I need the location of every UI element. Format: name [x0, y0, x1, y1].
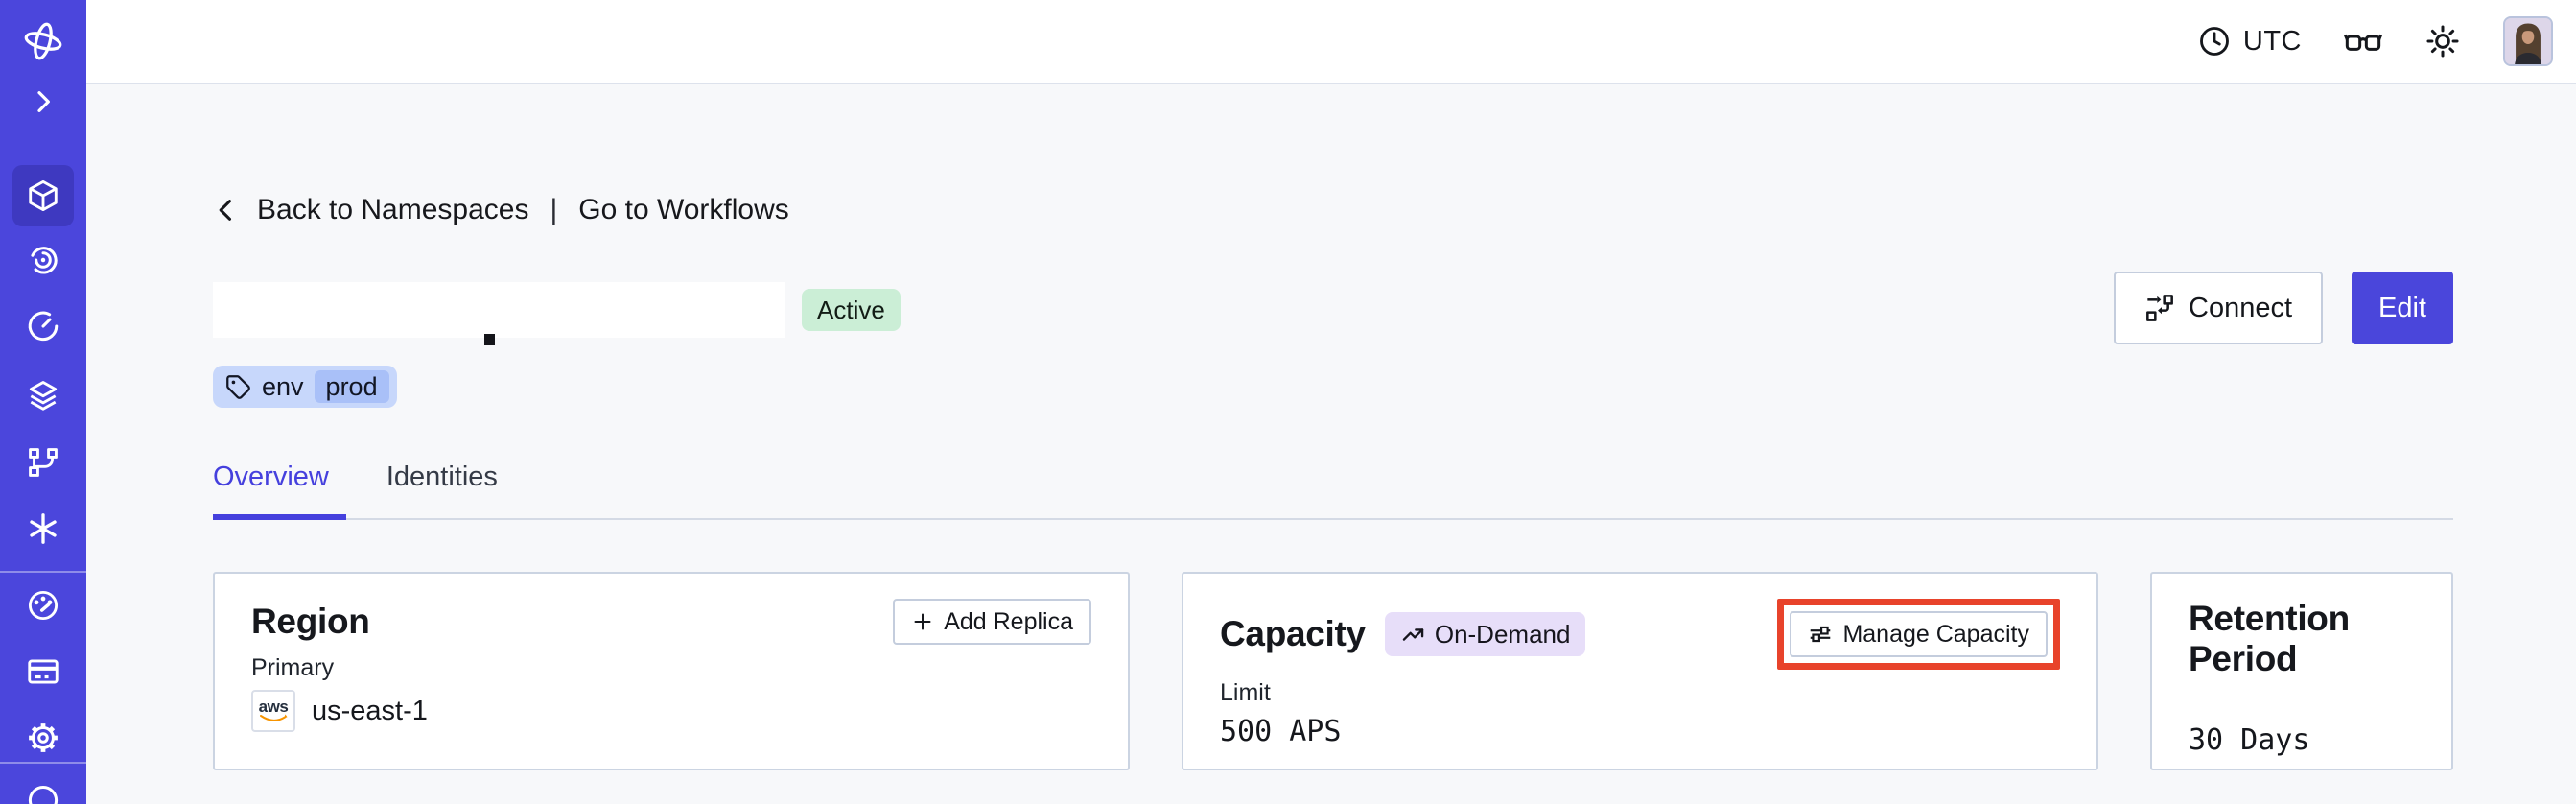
tag-icon [226, 374, 250, 399]
tag-pill: env prod [213, 366, 397, 408]
redaction-artifact [484, 334, 495, 345]
retention-card: Retention Period 30 Days [2150, 572, 2453, 770]
plus-icon [914, 613, 931, 630]
clock-icon [28, 311, 59, 342]
timezone-label: UTC [2242, 25, 2302, 57]
sidebar-item-account[interactable] [25, 779, 61, 804]
aws-smile-arc [260, 714, 288, 721]
circle-icon [28, 786, 59, 804]
capacity-card: Capacity On-Demand Manage Capacity Limit… [1182, 572, 2098, 770]
main-area: UTC Back to Namespaces | Go to Workflows… [86, 0, 2576, 804]
sidebar-item-workflows[interactable] [25, 242, 61, 278]
capacity-card-title: Capacity [1220, 614, 1366, 653]
tab-overview[interactable]: Overview [213, 461, 346, 520]
sidebar-item-billing[interactable] [25, 653, 61, 690]
sidebar-item-nexus[interactable] [25, 510, 61, 547]
namespace-header: Active Connect Edit [213, 272, 2453, 345]
theme-toggle-sun-icon[interactable] [2424, 23, 2461, 59]
clock-icon [2199, 27, 2229, 56]
add-replica-button[interactable]: Add Replica [893, 599, 1091, 645]
region-field-label: Primary [251, 654, 335, 681]
region-card: Region Add Replica Primary aws us-east-1 [213, 572, 1130, 770]
aws-logo-text: aws [258, 697, 289, 716]
credit-card-icon [28, 659, 59, 684]
feedback-glasses-icon[interactable] [2344, 25, 2382, 58]
sidebar-item-namespaces[interactable] [12, 165, 74, 226]
breadcrumb: Back to Namespaces | Go to Workflows [213, 194, 2453, 226]
connect-button[interactable]: Connect [2114, 272, 2324, 344]
sidebar-item-batch-operations[interactable] [25, 444, 61, 481]
breadcrumb-forward-link[interactable]: Go to Workflows [578, 194, 789, 226]
trending-up-icon [1402, 627, 1424, 641]
content: Back to Namespaces | Go to Workflows Act… [213, 84, 2453, 804]
edit-button[interactable]: Edit [2352, 272, 2453, 344]
sidebar-item-schedules[interactable] [25, 308, 61, 344]
cube-icon [29, 180, 58, 211]
tag-value: prod [314, 370, 389, 403]
breadcrumb-back-link[interactable]: Back to Namespaces [257, 194, 528, 226]
sidebar-divider [0, 571, 86, 573]
annotation-highlight-box: Manage Capacity [1777, 599, 2060, 670]
tab-identities[interactable]: Identities [386, 461, 511, 520]
sidebar [0, 0, 86, 804]
on-demand-badge: On-Demand [1384, 612, 1586, 656]
manage-capacity-label: Manage Capacity [1842, 620, 2029, 648]
sidebar-item-settings[interactable] [25, 720, 61, 756]
tag-key: env [262, 371, 304, 401]
on-demand-label: On-Demand [1434, 619, 1571, 649]
edit-button-label: Edit [2378, 292, 2426, 323]
temporal-logo[interactable] [21, 19, 65, 63]
retention-card-title: Retention Period [2189, 599, 2350, 678]
cards-row: Region Add Replica Primary aws us-east-1… [213, 572, 2453, 770]
breadcrumb-separator: | [550, 194, 558, 225]
sidebar-item-deployments[interactable] [25, 377, 61, 414]
topbar: UTC [86, 0, 2576, 84]
tabs: Overview Identities [213, 461, 2453, 520]
manage-capacity-button[interactable]: Manage Capacity [1790, 611, 2048, 657]
add-replica-label: Add Replica [944, 607, 1073, 635]
avatar[interactable] [2503, 16, 2553, 66]
namespace-name-redacted [213, 282, 785, 345]
gear-icon [29, 723, 58, 752]
sliders-icon [1811, 626, 1831, 643]
aws-provider-icon: aws [251, 690, 295, 732]
sidebar-divider [0, 762, 86, 764]
gauge-icon [28, 590, 59, 621]
connect-button-label: Connect [2189, 292, 2293, 323]
region-value: us-east-1 [312, 695, 428, 726]
retention-value: 30 Days [2189, 723, 2310, 757]
spiral-icon [31, 247, 58, 274]
connect-flow-icon [2146, 295, 2173, 321]
sidebar-item-usage[interactable] [25, 587, 61, 624]
status-badge: Active [802, 289, 901, 331]
timezone-selector[interactable]: UTC [2197, 24, 2302, 59]
capacity-value: 500 APS [1220, 715, 1342, 748]
sidebar-expand-chevron-right-icon[interactable] [28, 86, 59, 117]
asterisk-icon [30, 513, 57, 544]
chevron-left-icon[interactable] [213, 197, 240, 224]
layers-icon [29, 381, 58, 411]
tag-row: env prod [213, 366, 2453, 408]
branch-icon [29, 448, 58, 477]
region-card-title: Region [251, 602, 370, 641]
capacity-field-label: Limit [1220, 679, 1271, 706]
